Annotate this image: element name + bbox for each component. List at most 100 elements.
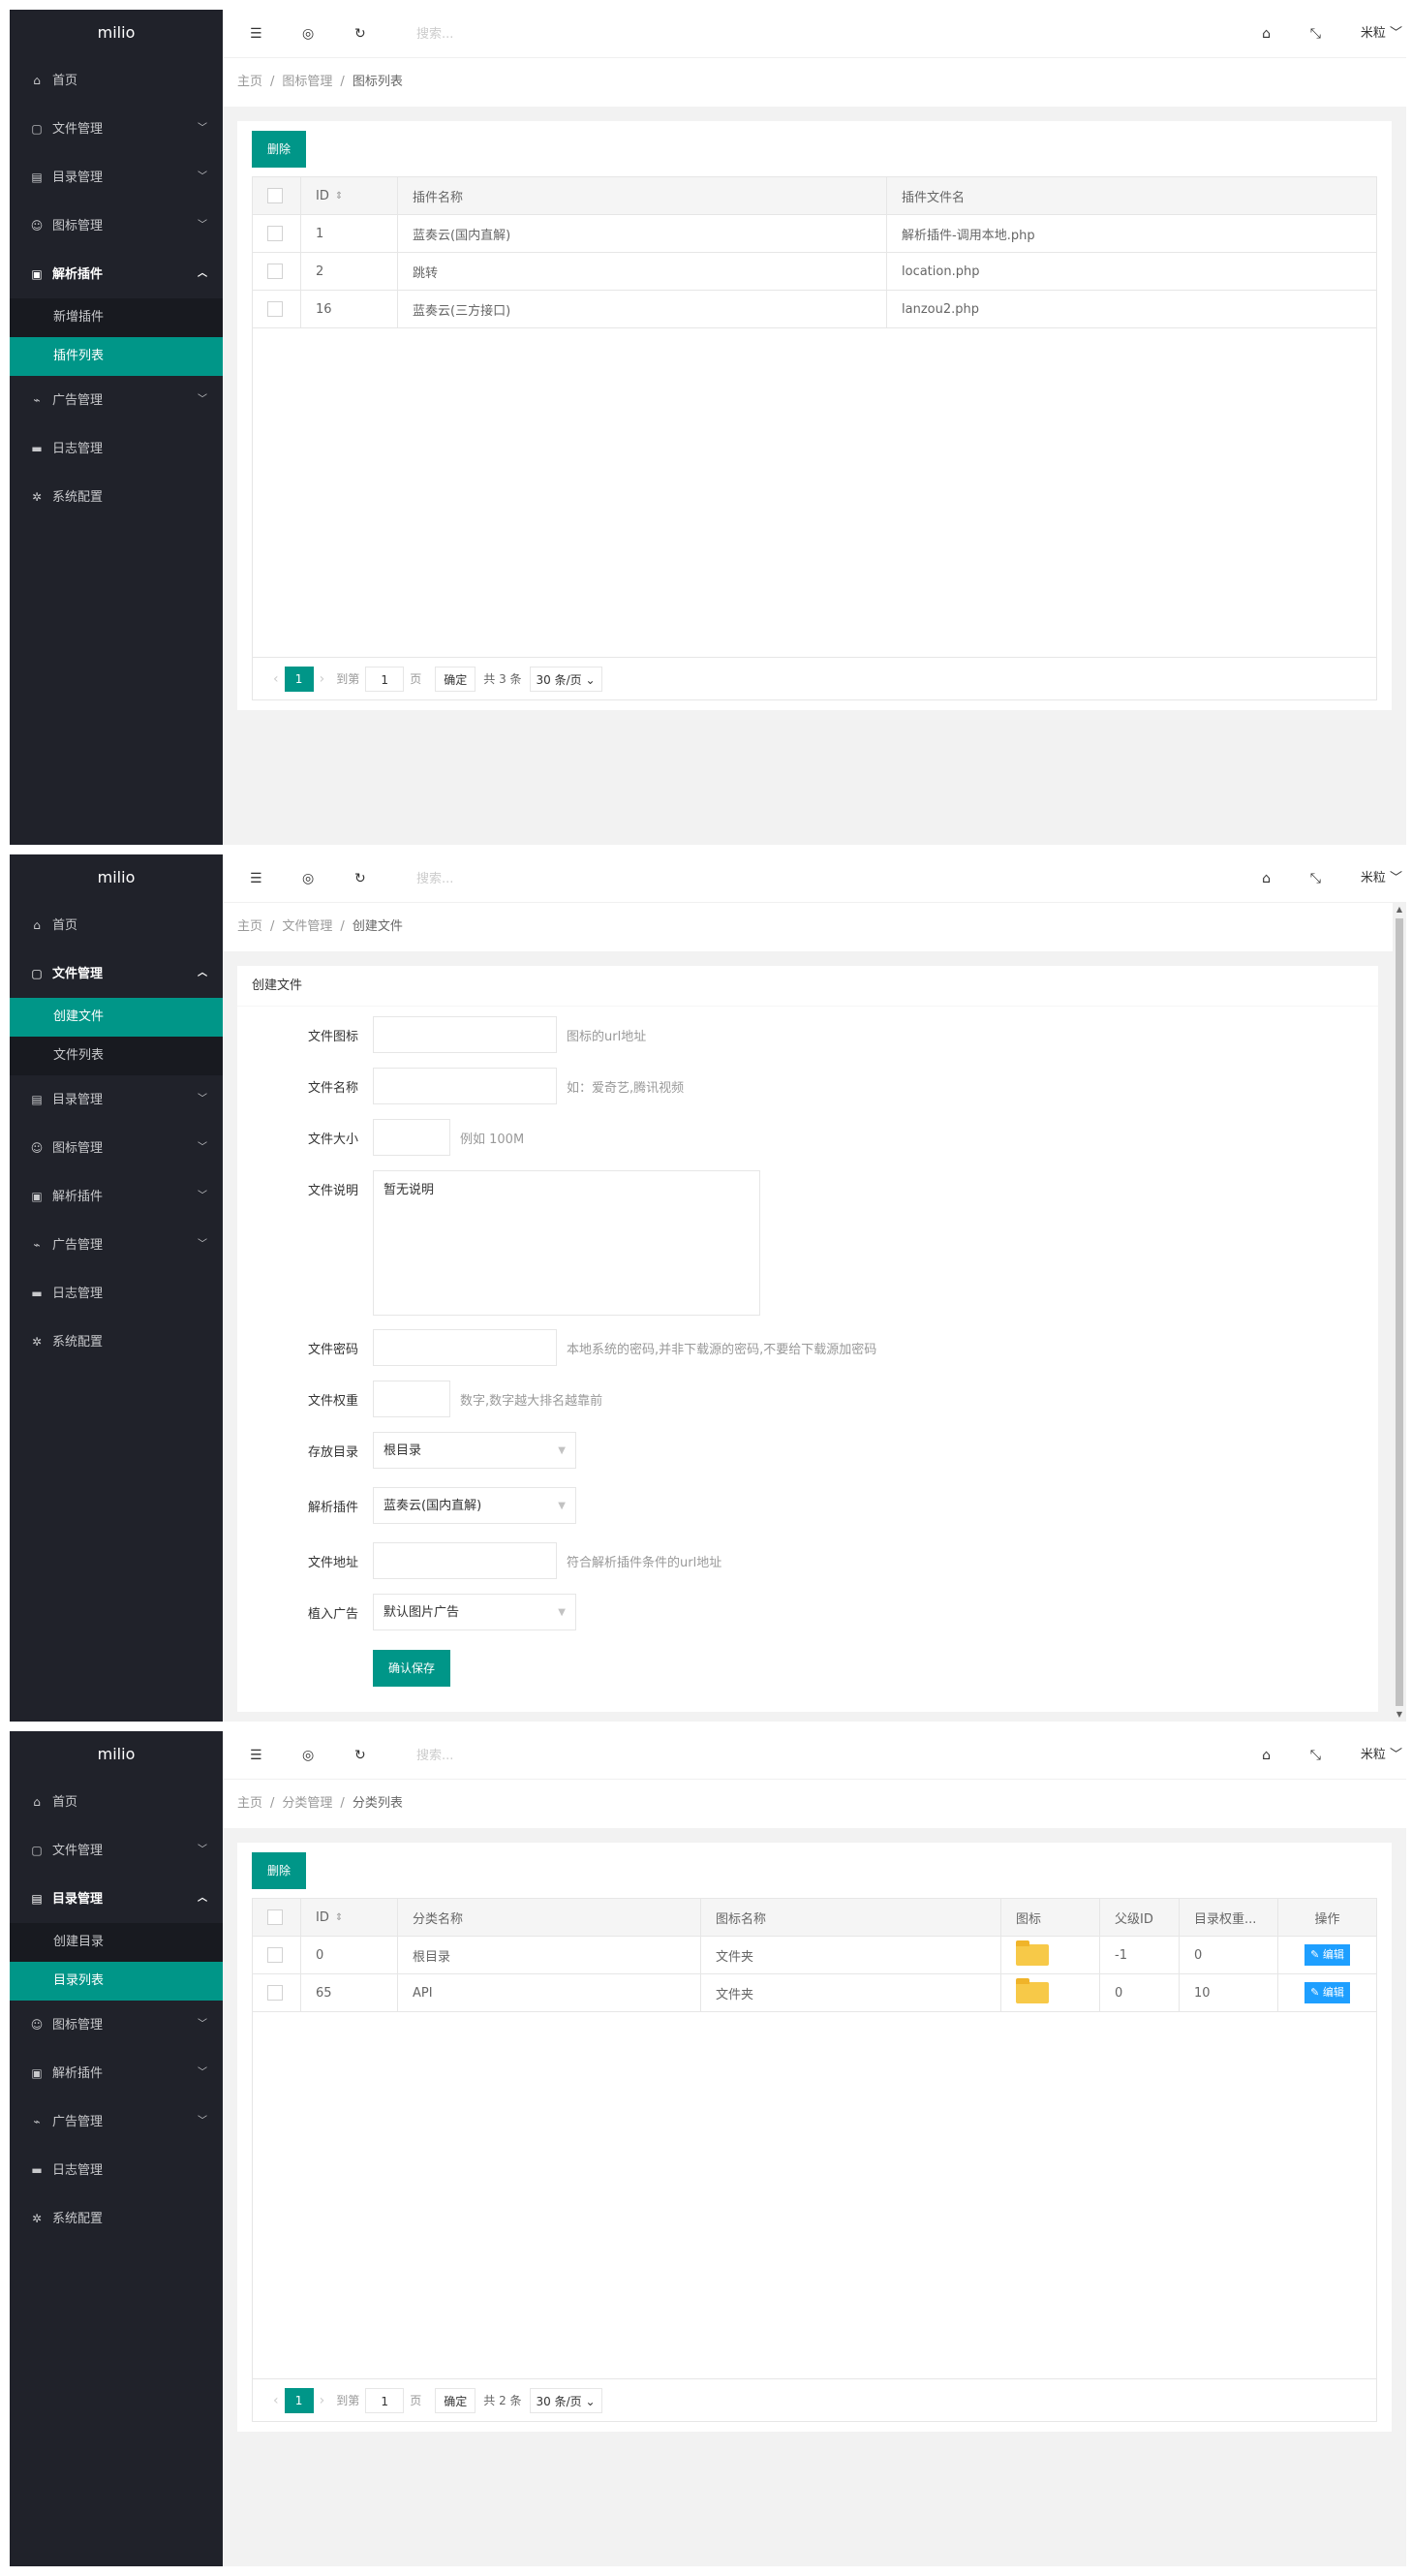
prev-page-icon[interactable]: ‹ bbox=[273, 671, 279, 687]
nav-icon-mgmt[interactable]: ☺ 图标管理 ﹀ bbox=[10, 2001, 223, 2049]
nav-parser[interactable]: ▣ 解析插件 ﹀ bbox=[10, 1172, 223, 1221]
table-row[interactable]: 2 跳转 location.php bbox=[253, 253, 1376, 291]
nav-home[interactable]: ⌂ 首页 bbox=[10, 901, 223, 949]
save-button[interactable]: 确认保存 bbox=[373, 1650, 451, 1687]
nav-config[interactable]: ✲ 系统配置 bbox=[10, 2194, 223, 2243]
user-menu[interactable]: 米粒 ﹀ bbox=[1361, 10, 1402, 58]
menu-toggle-icon[interactable]: ☰ bbox=[250, 854, 262, 903]
sub-item-file-list[interactable]: 文件列表 bbox=[10, 1037, 223, 1075]
nav-logs[interactable]: ▬ 日志管理 bbox=[10, 424, 223, 473]
edit-button[interactable]: ✎ 编辑 bbox=[1305, 1982, 1350, 2003]
parser-select[interactable]: 蓝奏云(国内直解) ▼ bbox=[373, 1487, 576, 1524]
fullscreen-icon[interactable]: ⤡ bbox=[1310, 10, 1321, 58]
breadcrumb-home[interactable]: 主页 bbox=[237, 75, 262, 89]
sub-item-add-plugin[interactable]: 新增插件 bbox=[10, 298, 223, 337]
nav-ads[interactable]: ⌁ 广告管理 ﹀ bbox=[10, 376, 223, 424]
table-row[interactable]: 65 API 文件夹 0 10 ✎ 编辑 bbox=[253, 1974, 1376, 2012]
breadcrumb-section[interactable]: 文件管理 bbox=[282, 919, 332, 934]
search-input[interactable] bbox=[416, 869, 591, 888]
icon-url-input[interactable] bbox=[373, 1016, 557, 1053]
scroll-up-icon[interactable]: ▲ bbox=[1393, 903, 1406, 916]
page-input[interactable]: 1 bbox=[365, 666, 405, 692]
row-checkbox[interactable] bbox=[267, 1947, 283, 1963]
table-row[interactable]: 1 蓝奏云(国内直解) 解析插件-调用本地.php bbox=[253, 215, 1376, 253]
breadcrumb-section[interactable]: 图标管理 bbox=[282, 75, 332, 89]
next-page-icon[interactable]: › bbox=[320, 2393, 325, 2408]
search-input[interactable] bbox=[416, 24, 591, 44]
scroll-down-icon[interactable]: ▼ bbox=[1393, 1708, 1406, 1722]
col-id[interactable]: ID ⇕ bbox=[301, 1899, 398, 1936]
current-page[interactable]: 1 bbox=[284, 666, 314, 692]
sub-item-plugin-list[interactable]: 插件列表 bbox=[10, 337, 223, 376]
delete-button[interactable]: 删除 bbox=[252, 1852, 307, 1889]
sort-icon[interactable]: ⇕ bbox=[335, 1912, 343, 1923]
breadcrumb-section[interactable]: 分类管理 bbox=[282, 1796, 332, 1811]
file-desc-textarea[interactable]: 暂无说明 bbox=[373, 1170, 760, 1316]
row-checkbox[interactable] bbox=[267, 301, 283, 317]
select-all-checkbox[interactable] bbox=[267, 188, 283, 203]
ad-select[interactable]: 默认图片广告 ▼ bbox=[373, 1594, 576, 1630]
refresh-icon[interactable]: ↻ bbox=[354, 1731, 366, 1780]
nav-dir-mgmt[interactable]: ▤ 目录管理 ︿ bbox=[10, 1875, 223, 1923]
nav-icon-mgmt[interactable]: ☺ 图标管理 ﹀ bbox=[10, 1124, 223, 1172]
row-checkbox[interactable] bbox=[267, 264, 283, 279]
nav-parser[interactable]: ▣ 解析插件 ︿ bbox=[10, 250, 223, 298]
per-page-select[interactable]: 30 条/页 ⌄ bbox=[529, 2387, 602, 2413]
nav-logs[interactable]: ▬ 日志管理 bbox=[10, 1269, 223, 1318]
row-checkbox[interactable] bbox=[267, 1985, 283, 2001]
file-weight-input[interactable] bbox=[373, 1381, 450, 1417]
sub-item-dir-list[interactable]: 目录列表 bbox=[10, 1962, 223, 2001]
menu-toggle-icon[interactable]: ☰ bbox=[250, 10, 262, 58]
nav-config[interactable]: ✲ 系统配置 bbox=[10, 1318, 223, 1366]
nav-dir-mgmt[interactable]: ▤ 目录管理 ﹀ bbox=[10, 1075, 223, 1124]
fullscreen-icon[interactable]: ⤡ bbox=[1310, 1731, 1321, 1780]
nav-dir-mgmt[interactable]: ▤ 目录管理 ﹀ bbox=[10, 153, 223, 202]
tag-icon[interactable]: ⌂ bbox=[1262, 10, 1271, 58]
nav-home[interactable]: ⌂ 首页 bbox=[10, 56, 223, 105]
edit-button[interactable]: ✎ 编辑 bbox=[1305, 1944, 1350, 1966]
sort-icon[interactable]: ⇕ bbox=[335, 191, 343, 202]
scrollbar-thumb[interactable] bbox=[1396, 918, 1403, 1706]
nav-parser[interactable]: ▣ 解析插件 ﹀ bbox=[10, 2049, 223, 2097]
sub-item-create-file[interactable]: 创建文件 bbox=[10, 998, 223, 1037]
globe-icon[interactable]: ◎ bbox=[302, 854, 314, 903]
select-all-checkbox[interactable] bbox=[267, 1909, 283, 1925]
nav-logs[interactable]: ▬ 日志管理 bbox=[10, 2146, 223, 2194]
current-page[interactable]: 1 bbox=[284, 2387, 314, 2413]
dir-select[interactable]: 根目录 ▼ bbox=[373, 1432, 576, 1469]
tag-icon[interactable]: ⌂ bbox=[1262, 1731, 1271, 1780]
file-url-input[interactable] bbox=[373, 1542, 557, 1579]
nav-ads[interactable]: ⌁ 广告管理 ﹀ bbox=[10, 2097, 223, 2146]
nav-file-mgmt[interactable]: ▢ 文件管理 ﹀ bbox=[10, 1826, 223, 1875]
user-menu[interactable]: 米粒 ﹀ bbox=[1361, 1731, 1402, 1780]
table-row[interactable]: 16 蓝奏云(三方接口) lanzou2.php bbox=[253, 291, 1376, 328]
sub-item-create-dir[interactable]: 创建目录 bbox=[10, 1923, 223, 1962]
tag-icon[interactable]: ⌂ bbox=[1262, 854, 1271, 903]
search-input[interactable] bbox=[416, 1746, 591, 1765]
row-checkbox[interactable] bbox=[267, 226, 283, 241]
nav-file-mgmt[interactable]: ▢ 文件管理 ﹀ bbox=[10, 105, 223, 153]
delete-button[interactable]: 删除 bbox=[252, 131, 307, 168]
col-id[interactable]: ID ⇕ bbox=[301, 177, 398, 214]
globe-icon[interactable]: ◎ bbox=[302, 1731, 314, 1780]
refresh-icon[interactable]: ↻ bbox=[354, 854, 366, 903]
table-row[interactable]: 0 根目录 文件夹 -1 0 ✎ 编辑 bbox=[253, 1937, 1376, 1974]
menu-toggle-icon[interactable]: ☰ bbox=[250, 1731, 262, 1780]
goto-confirm-button[interactable]: 确定 bbox=[435, 2387, 476, 2413]
refresh-icon[interactable]: ↻ bbox=[354, 10, 366, 58]
file-name-input[interactable] bbox=[373, 1068, 557, 1104]
vertical-scrollbar[interactable]: ▲ ▼ bbox=[1393, 903, 1406, 1722]
next-page-icon[interactable]: › bbox=[320, 671, 325, 687]
breadcrumb-home[interactable]: 主页 bbox=[237, 919, 262, 934]
goto-confirm-button[interactable]: 确定 bbox=[435, 666, 476, 692]
fullscreen-icon[interactable]: ⤡ bbox=[1310, 854, 1321, 903]
prev-page-icon[interactable]: ‹ bbox=[273, 2393, 279, 2408]
file-password-input[interactable] bbox=[373, 1329, 557, 1366]
nav-file-mgmt[interactable]: ▢ 文件管理 ︿ bbox=[10, 949, 223, 998]
nav-home[interactable]: ⌂ 首页 bbox=[10, 1778, 223, 1826]
per-page-select[interactable]: 30 条/页 ⌄ bbox=[529, 666, 602, 692]
file-size-input[interactable] bbox=[373, 1119, 450, 1156]
user-menu[interactable]: 米粒 ﹀ bbox=[1361, 854, 1402, 903]
breadcrumb-home[interactable]: 主页 bbox=[237, 1796, 262, 1811]
globe-icon[interactable]: ◎ bbox=[302, 10, 314, 58]
